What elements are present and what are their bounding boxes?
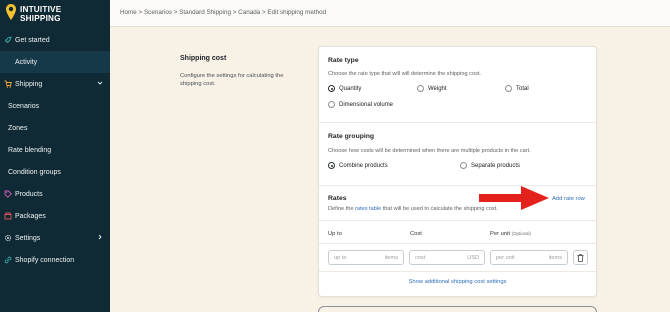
radio-weight[interactable]: Weight xyxy=(417,85,447,92)
sidebar-item-label: Zones xyxy=(8,124,28,132)
bottom-button-partial[interactable] xyxy=(318,306,597,312)
box-icon xyxy=(4,212,12,220)
section-description: Configure the settings for calculating t… xyxy=(180,73,284,87)
column-per-unit: Per unit (Optional) xyxy=(490,231,531,237)
radio-label: Total xyxy=(516,85,529,92)
sidebar-item-label: Shipping xyxy=(15,80,43,88)
per-unit-optional-note: (Optional) xyxy=(511,231,531,236)
radio-label: Separate products xyxy=(471,162,521,169)
location-pin-icon xyxy=(6,4,16,20)
radio-label: Dimensional volume xyxy=(339,101,394,108)
divider xyxy=(319,220,596,221)
per-unit-label: Per unit xyxy=(490,231,510,237)
breadcrumb[interactable]: Home > Scenarios > Standard Shipping > C… xyxy=(120,9,326,16)
sidebar-item-label: Settings xyxy=(15,234,41,242)
sidebar-item-zones[interactable]: Zones xyxy=(0,117,110,139)
sidebar-item-activity[interactable]: Activity xyxy=(0,51,110,73)
column-cost: Cost xyxy=(410,231,422,237)
sidebar-item-rate-blending[interactable]: Rate blending xyxy=(0,139,110,161)
divider xyxy=(319,243,596,244)
radio-combine-products[interactable]: Combine products xyxy=(328,162,388,169)
show-additional-settings-link[interactable]: Show additional shipping cost settings xyxy=(319,279,596,285)
sidebar-item-shopify-connection[interactable]: Shopify connection xyxy=(0,249,110,271)
rate-grouping-title: Rate grouping xyxy=(328,133,375,140)
radio-dimensional-volume[interactable]: Dimensional volume xyxy=(328,101,393,108)
sidebar-item-label: Condition groups xyxy=(8,168,61,176)
sidebar-item-label: Products xyxy=(15,190,43,198)
shipping-cost-card: Rate type Choose the rate type that will… xyxy=(318,46,597,297)
cost-placeholder: cost xyxy=(415,254,426,261)
brand-name: INTUITIVE SHIPPING xyxy=(20,5,61,23)
brand-line-1: INTUITIVE xyxy=(20,5,62,14)
radio-icon xyxy=(505,85,512,92)
radio-icon xyxy=(460,162,467,169)
per-unit-placeholder: per unit xyxy=(496,254,515,261)
rate-type-description: Choose the rate type that will will dete… xyxy=(328,71,481,77)
delete-row-button[interactable] xyxy=(573,250,588,265)
per-unit-input[interactable]: per unit items xyxy=(490,250,568,265)
divider xyxy=(319,271,596,272)
top-bar: Home > Scenarios > Standard Shipping > C… xyxy=(110,0,670,27)
sidebar-item-get-started[interactable]: Get started xyxy=(0,29,110,51)
sidebar-item-label: Activity xyxy=(15,58,38,66)
link-icon xyxy=(4,256,12,264)
sidebar-item-label: Get started xyxy=(15,36,50,44)
sidebar-item-label: Packages xyxy=(15,212,46,220)
radio-selected-icon xyxy=(328,162,335,169)
up-to-input[interactable]: up to items xyxy=(328,250,404,265)
chevron-right-icon xyxy=(98,234,102,240)
sidebar-item-settings[interactable]: Settings xyxy=(0,227,110,249)
radio-total[interactable]: Total xyxy=(505,85,529,92)
sidebar-item-scenarios[interactable]: Scenarios xyxy=(0,95,110,117)
rate-type-title: Rate type xyxy=(328,57,359,64)
cost-input[interactable]: cost USD xyxy=(409,250,485,265)
blank-icon xyxy=(4,58,12,66)
radio-quantity[interactable]: Quantity xyxy=(328,85,361,92)
column-up-to: Up to xyxy=(328,231,342,237)
sidebar-item-condition-groups[interactable]: Condition groups xyxy=(0,161,110,183)
up-to-unit: items xyxy=(384,254,398,261)
section-title: Shipping cost xyxy=(180,55,227,62)
radio-label: Combine products xyxy=(339,162,388,169)
rates-desc-prefix: Define the xyxy=(328,206,354,212)
sidebar-item-label: Rate blending xyxy=(8,146,52,154)
gear-icon xyxy=(4,234,12,242)
add-rate-row-link[interactable]: Add rate row xyxy=(552,196,585,202)
rocket-icon xyxy=(4,36,12,44)
radio-selected-icon xyxy=(328,85,335,92)
cart-icon xyxy=(4,80,12,88)
tag-icon xyxy=(4,190,12,198)
rate-grouping-description: Choose how costs will be determined when… xyxy=(328,148,531,154)
sidebar-item-label: Shopify connection xyxy=(15,256,75,264)
rates-table-link[interactable]: rates table xyxy=(355,206,381,212)
brand-logo[interactable]: INTUITIVE SHIPPING xyxy=(5,3,107,27)
per-unit-unit: items xyxy=(548,254,562,261)
sidebar-nav: Get started Activity Shipping Scenarios … xyxy=(0,29,110,271)
rates-title: Rates xyxy=(328,195,347,202)
sidebar-item-products[interactable]: Products xyxy=(0,183,110,205)
sidebar-item-label: Scenarios xyxy=(8,102,40,110)
radio-label: Quantity xyxy=(339,85,362,92)
radio-separate-products[interactable]: Separate products xyxy=(460,162,520,169)
radio-icon xyxy=(417,85,424,92)
divider xyxy=(319,185,596,186)
red-arrow-annotation xyxy=(479,186,549,210)
trash-icon xyxy=(577,253,584,262)
divider xyxy=(319,122,596,123)
sidebar-item-shipping[interactable]: Shipping xyxy=(0,73,110,95)
up-to-placeholder: up to xyxy=(334,254,347,261)
sidebar: INTUITIVE SHIPPING Get started Activity … xyxy=(0,0,110,312)
radio-icon xyxy=(328,101,335,108)
chevron-down-icon xyxy=(97,81,103,85)
rates-description: Define the rates table that will be used… xyxy=(328,206,498,212)
radio-label: Weight xyxy=(428,85,447,92)
sidebar-item-packages[interactable]: Packages xyxy=(0,205,110,227)
brand-line-2: SHIPPING xyxy=(20,14,61,23)
cost-unit: USD xyxy=(467,254,479,261)
